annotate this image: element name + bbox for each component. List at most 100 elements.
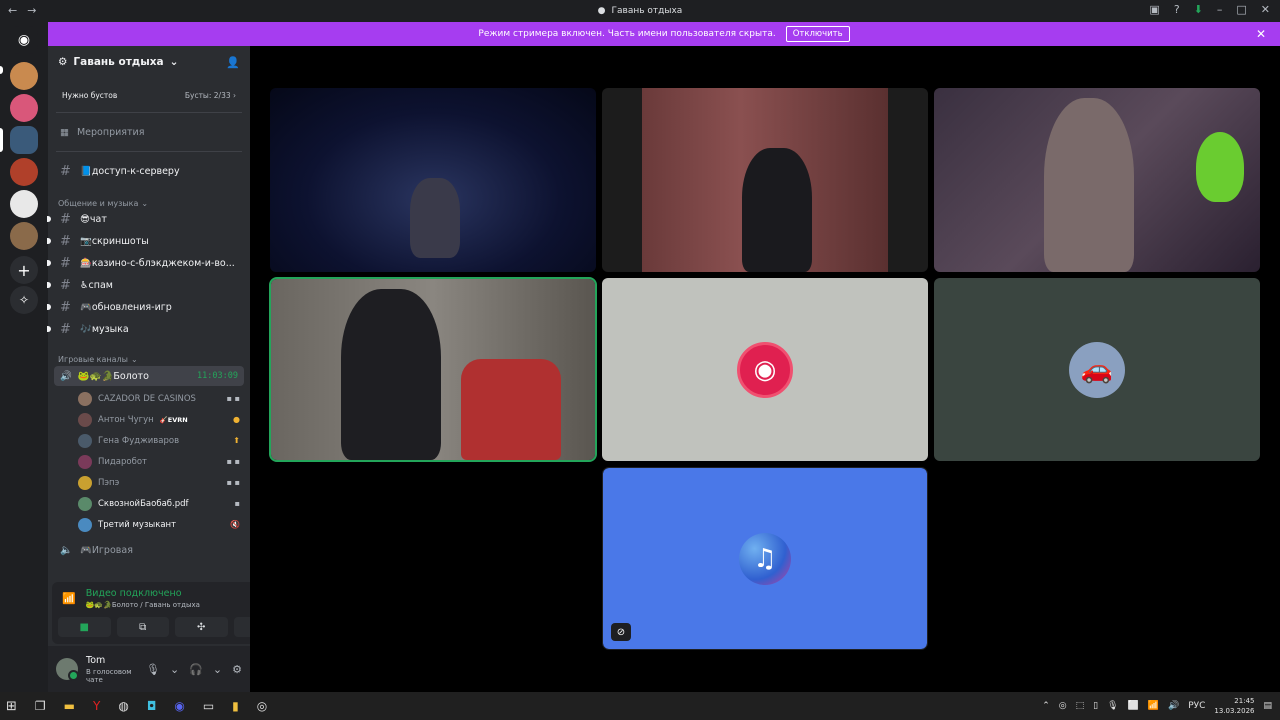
language-indicator[interactable]: РУС xyxy=(1188,701,1205,711)
discover-icon[interactable]: ✧ xyxy=(10,286,38,314)
chevron-down-icon[interactable]: ⌄ xyxy=(213,663,222,676)
server-icon-2[interactable] xyxy=(10,94,38,122)
voice-timer: 11:03:09 xyxy=(197,371,238,381)
chevron-down-icon: ⌄ xyxy=(141,199,149,208)
download-icon[interactable]: ⬇ xyxy=(1194,3,1203,16)
yandex-browser-icon[interactable]: Y xyxy=(93,699,100,713)
chevron-down-icon[interactable]: ⌄ xyxy=(170,663,179,676)
windows-start-icon[interactable]: ⊞ xyxy=(6,699,17,714)
chevron-up-icon[interactable]: ⌃ xyxy=(1042,701,1050,711)
voice-user-name: Пэпэ xyxy=(98,477,120,488)
hash-icon: # xyxy=(60,277,71,293)
add-server-icon[interactable]: + xyxy=(10,256,38,284)
boost-progress[interactable]: Нужно бустов Бусты: 2/33 › xyxy=(56,86,242,104)
music-bot-tile[interactable]: ♫ ⊘ xyxy=(602,467,928,650)
minimize-icon[interactable]: – xyxy=(1217,3,1223,16)
terminal-icon[interactable]: ▭ xyxy=(203,699,214,713)
unread-dot xyxy=(47,216,51,222)
voice-location[interactable]: 🐸🐢🐊Болото / Гавань отдыха xyxy=(86,601,200,609)
app-icon[interactable]: ◘ xyxy=(147,699,157,713)
discord-taskbar-icon[interactable]: ◉ xyxy=(174,699,184,713)
obs-icon[interactable]: ◎ xyxy=(257,699,267,713)
channel-label: 📷скриншоты xyxy=(80,235,149,247)
voice-user[interactable]: Гена Фудживаров ⬆ xyxy=(48,430,250,451)
video-tile[interactable] xyxy=(270,88,596,272)
headphones-icon[interactable]: 🎧 xyxy=(189,663,203,676)
file-explorer-icon[interactable]: ▬ xyxy=(64,699,75,713)
close-icon[interactable]: ✕ xyxy=(1261,3,1270,16)
channel-label: 🎮обновления-игр xyxy=(80,301,172,313)
disable-streamer-button[interactable]: Отключить xyxy=(785,26,850,42)
maximize-icon[interactable]: □ xyxy=(1236,3,1246,16)
unread-dot xyxy=(47,260,51,266)
hash-icon: # xyxy=(60,233,71,249)
discord-home-icon[interactable]: ◉ xyxy=(10,26,38,54)
server-icon-5[interactable] xyxy=(10,222,38,250)
app-icon[interactable]: ▮ xyxy=(232,699,239,713)
voice-user[interactable]: Пидаробот ▪ ▪ xyxy=(48,451,250,472)
voice-channel[interactable]: 🔈 🎮Игровая xyxy=(48,539,250,561)
help-icon[interactable]: ? xyxy=(1174,3,1180,16)
tray-app-icon[interactable]: ◎ xyxy=(1059,701,1067,711)
video-tile-speaking[interactable] xyxy=(269,277,597,462)
task-view-icon[interactable]: ❐ xyxy=(35,699,46,713)
back-arrow-icon[interactable]: ← xyxy=(8,4,17,17)
avatar xyxy=(78,517,92,532)
avatar xyxy=(78,496,92,511)
channel-spam[interactable]: # ♿спам xyxy=(47,274,250,296)
app-icon[interactable]: ◍ xyxy=(118,699,128,713)
voice-user[interactable]: Пэпэ ▪ ▪ xyxy=(48,472,250,493)
deafened-icon: ⊘ xyxy=(611,623,631,641)
notifications-icon[interactable]: ▤ xyxy=(1263,701,1272,711)
channel-music[interactable]: # 🎶музыка xyxy=(47,318,250,340)
wifi-icon[interactable]: 📶 xyxy=(1148,701,1159,711)
voice-user[interactable]: Третий музыкант 🔇 xyxy=(48,514,250,535)
server-pill xyxy=(0,66,3,74)
video-tile[interactable] xyxy=(602,88,928,272)
clock[interactable]: 21:45 13.03.2026 xyxy=(1214,696,1254,716)
activities-button[interactable]: ✣ xyxy=(175,617,228,637)
voice-status[interactable]: Видео подключено xyxy=(86,588,200,599)
server-icon-1[interactable] xyxy=(10,62,38,90)
avatar-tile[interactable]: 🚗 xyxy=(934,278,1260,461)
voice-user[interactable]: CAZADOR DE CASINOS ▪ ▪ xyxy=(48,388,250,409)
channel-screenshots[interactable]: # 📷скриншоты xyxy=(47,230,250,252)
category-header[interactable]: Игровые каналы ⌄ xyxy=(48,340,250,364)
video-tile[interactable] xyxy=(934,88,1260,272)
channel-chat[interactable]: # 😎чат xyxy=(47,208,250,230)
tray-app-icon[interactable]: ▯ xyxy=(1093,701,1098,711)
microphone-icon[interactable]: 🎙 xyxy=(146,663,160,676)
events-item[interactable]: ▦ Мероприятия xyxy=(48,121,250,143)
voice-channel-active[interactable]: 🔊 🐸🐢🐊Болото 11:03:09 xyxy=(54,366,244,386)
server-icon-active[interactable] xyxy=(10,126,38,154)
server-icon-3[interactable] xyxy=(10,158,38,186)
channel-label: 😎чат xyxy=(80,213,107,225)
avatar xyxy=(78,454,92,469)
channel-access[interactable]: # 📘доступ-к-серверу xyxy=(48,160,250,182)
user-panel: Tom В голосовом чате 🎙 ⌄ 🎧 ⌄ ⚙ xyxy=(48,646,250,692)
microphone-icon[interactable]: 🎙 xyxy=(1107,701,1118,711)
chevron-down-icon: ⌄ xyxy=(130,355,138,364)
forward-arrow-icon[interactable]: → xyxy=(27,4,36,17)
music-note-icon: ♫ xyxy=(753,543,777,574)
settings-gear-icon[interactable]: ⚙ xyxy=(232,663,242,676)
screen-share-button[interactable]: ⧉ xyxy=(116,617,169,637)
volume-icon[interactable]: 🔊 xyxy=(1168,701,1179,711)
tray-app-icon[interactable]: ⬜ xyxy=(1128,701,1139,711)
voice-user[interactable]: Антон Чугун 🎸EVRN ● xyxy=(48,409,250,430)
server-header[interactable]: ⚙ Гавань отдыха ⌄ 👤 xyxy=(48,46,250,78)
stream-icon: ⬆ xyxy=(233,436,240,445)
channel-label: 📘доступ-к-серверу xyxy=(80,165,180,177)
channel-game-updates[interactable]: # 🎮обновления-игр xyxy=(47,296,250,318)
tray-app-icon[interactable]: ⬚ xyxy=(1076,701,1085,711)
inbox-icon[interactable]: ▣ xyxy=(1149,3,1159,16)
voice-user[interactable]: СквознойБаобаб.pdf ▪ xyxy=(48,493,250,514)
avatar-tile[interactable]: ◉ xyxy=(602,278,928,461)
avatar[interactable] xyxy=(56,658,79,681)
category-header[interactable]: Общение и музыка ⌄ xyxy=(48,182,250,208)
server-icon-4[interactable] xyxy=(10,190,38,218)
add-user-icon[interactable]: 👤 xyxy=(226,56,240,69)
camera-button[interactable]: ■ xyxy=(58,617,111,637)
channel-casino[interactable]: # 🎰казино-с-блэкджеком-и-во... xyxy=(47,252,250,274)
close-icon[interactable]: ✕ xyxy=(1256,27,1266,41)
